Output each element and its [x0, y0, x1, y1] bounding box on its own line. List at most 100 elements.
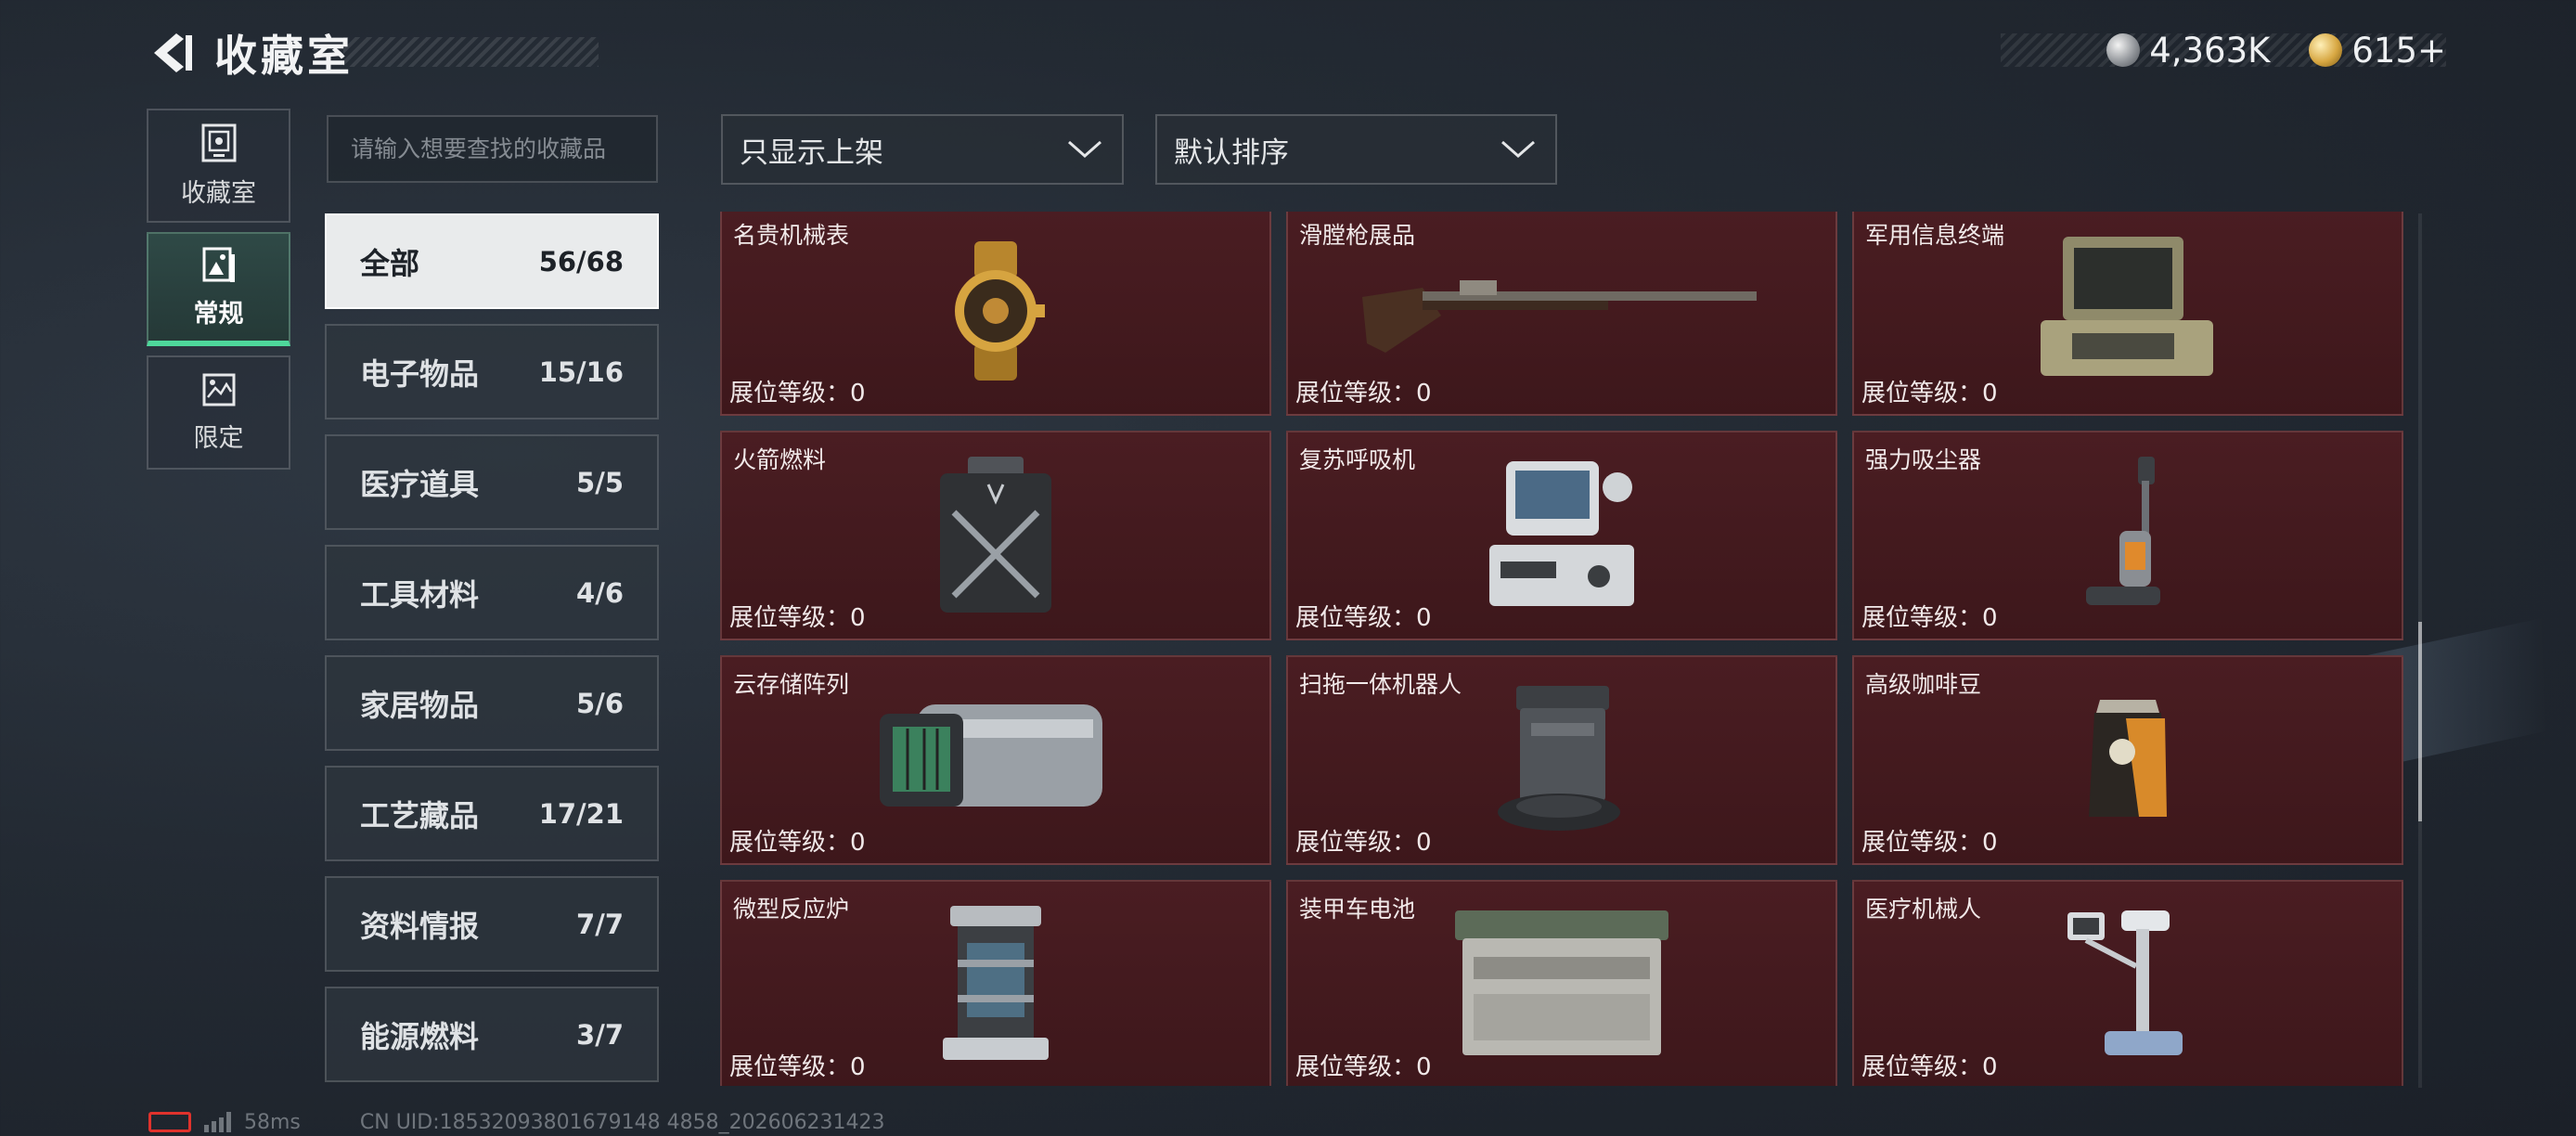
category-list: 全部 56/68 电子物品 15/16 医疗道具 5/5 工具材料 4/6 家居物品 5/… — [325, 213, 659, 1097]
title-hatch-decor — [343, 37, 599, 67]
item-card[interactable]: 云存储阵列 展位等级：0 — [720, 655, 1271, 865]
item-card[interactable]: 复苏呼吸机 展位等级：0 — [1286, 431, 1837, 640]
ventilator-icon — [1489, 461, 1634, 606]
category-tools[interactable]: 工具材料 4/6 — [325, 545, 659, 640]
side-tab-vault[interactable]: 收藏室 — [147, 109, 290, 223]
item-level: 展位等级：0 — [1861, 1053, 1998, 1081]
search-input[interactable] — [327, 115, 658, 183]
side-tab-label: 限定 — [193, 424, 244, 453]
category-intel[interactable]: 资料情报 7/7 — [325, 876, 659, 972]
category-electronics[interactable]: 电子物品 15/16 — [325, 324, 659, 420]
vacuum-icon — [2086, 457, 2160, 605]
item-level: 展位等级：0 — [729, 604, 866, 632]
dropdown-value: 默认排序 — [1174, 136, 1289, 170]
dropdown-value: 只显示上架 — [740, 136, 883, 170]
gold-coin-icon — [2309, 33, 2343, 67]
item-name: 微型反应炉 — [733, 896, 850, 923]
item-level: 展位等级：0 — [1861, 829, 1998, 857]
category-count: 4/6 — [576, 576, 624, 609]
vault-icon — [201, 123, 236, 162]
category-label: 能源燃料 — [360, 1018, 480, 1054]
category-count: 15/16 — [538, 355, 624, 388]
chevron-down-icon — [1501, 140, 1535, 159]
document-icon — [202, 247, 235, 282]
item-level: 展位等级：0 — [1861, 380, 1998, 407]
item-name: 强力吸尘器 — [1865, 446, 1982, 473]
category-count: 3/7 — [576, 1018, 624, 1051]
item-name: 火箭燃料 — [733, 446, 827, 473]
battery-icon — [1455, 910, 1668, 1055]
item-card[interactable]: 名贵机械表 展位等级：0 — [720, 212, 1271, 416]
category-label: 工艺藏品 — [360, 797, 480, 833]
robot-vacuum-icon — [1498, 686, 1620, 831]
side-nav: 收藏室 常规 限定 — [147, 109, 290, 479]
musket-icon — [1362, 280, 1757, 353]
item-level: 展位等级：0 — [729, 1053, 866, 1081]
back-button[interactable] — [144, 25, 200, 81]
side-tab-label: 收藏室 — [181, 179, 256, 208]
reactor-icon — [943, 906, 1049, 1060]
currency-silver[interactable]: 4,363K — [2106, 31, 2270, 71]
item-card[interactable]: 微型反应炉 展位等级：0 — [720, 880, 1271, 1086]
item-card[interactable]: 医疗机械人 展位等级：0 — [1852, 880, 2403, 1086]
category-label: 资料情报 — [360, 908, 480, 944]
storage-array-icon — [880, 704, 1102, 807]
battery-icon — [148, 1112, 191, 1132]
category-count: 17/21 — [538, 797, 624, 830]
header: 收藏室 — [144, 20, 354, 85]
silver-amount: 4,363K — [2149, 30, 2271, 71]
category-medical[interactable]: 医疗道具 5/5 — [325, 434, 659, 530]
category-count: 5/6 — [576, 687, 624, 719]
item-card[interactable]: 强力吸尘器 展位等级：0 — [1852, 431, 2403, 640]
grid-scrollbar[interactable] — [2418, 213, 2422, 1088]
item-card[interactable]: 火箭燃料 展位等级：0 — [720, 431, 1271, 640]
category-label: 医疗道具 — [360, 466, 480, 502]
item-card[interactable]: 装甲车电池 展位等级：0 — [1286, 880, 1837, 1086]
item-card[interactable]: 滑膛枪展品 展位等级：0 — [1286, 212, 1837, 416]
category-label: 家居物品 — [360, 687, 480, 723]
item-name: 复苏呼吸机 — [1299, 446, 1416, 473]
item-level: 展位等级：0 — [1295, 829, 1432, 857]
back-arrow-icon — [154, 33, 192, 72]
category-household[interactable]: 家居物品 5/6 — [325, 655, 659, 751]
item-name: 装甲车电池 — [1299, 896, 1416, 923]
uid-text: CN UID:18532093801679148 4858_2026062314… — [359, 1110, 885, 1134]
page-title: 收藏室 — [214, 31, 354, 81]
gallery-icon — [202, 373, 235, 407]
item-name: 扫拖一体机器人 — [1299, 671, 1462, 698]
item-name: 军用信息终端 — [1865, 222, 2005, 249]
category-label: 工具材料 — [360, 576, 480, 613]
item-level: 展位等级：0 — [729, 829, 866, 857]
item-card[interactable]: 高级咖啡豆 展位等级：0 — [1852, 655, 2403, 865]
category-crafts[interactable]: 工艺藏品 17/21 — [325, 766, 659, 861]
scrollbar-thumb[interactable] — [2418, 622, 2422, 821]
item-level: 展位等级：0 — [729, 380, 866, 407]
coffee-bag-icon — [2089, 700, 2167, 817]
item-name: 名贵机械表 — [733, 222, 850, 249]
category-count: 7/7 — [576, 908, 624, 940]
chevron-down-icon — [1068, 140, 1101, 159]
currency-gold[interactable]: 615+ — [2309, 31, 2446, 71]
terminal-icon — [2041, 237, 2213, 376]
category-label: 电子物品 — [360, 355, 480, 392]
side-tab-regular[interactable]: 常规 — [147, 232, 290, 346]
item-level: 展位等级：0 — [1295, 604, 1432, 632]
display-filter-dropdown[interactable]: 只显示上架 — [721, 114, 1124, 185]
sort-dropdown[interactable]: 默认排序 — [1155, 114, 1557, 185]
medical-robot-icon — [2067, 910, 2183, 1055]
currency-bar: 4,363K 615+ — [2106, 24, 2446, 76]
category-count: 5/5 — [576, 466, 624, 498]
item-level: 展位等级：0 — [1861, 604, 1998, 632]
category-all[interactable]: 全部 56/68 — [325, 213, 659, 309]
side-tab-limited[interactable]: 限定 — [147, 355, 290, 470]
category-count: 56/68 — [538, 245, 624, 278]
item-card[interactable]: 军用信息终端 展位等级：0 — [1852, 212, 2403, 416]
collection-grid: 名贵机械表 展位等级：0 滑膛枪展品 展位等级：0 军用信息终端 展位等级：0 … — [720, 212, 2420, 1086]
category-label: 全部 — [360, 245, 420, 281]
fuel-can-icon — [940, 457, 1051, 613]
item-level: 展位等级：0 — [1295, 1053, 1432, 1081]
item-card[interactable]: 扫拖一体机器人 展位等级：0 — [1286, 655, 1837, 865]
item-name: 医疗机械人 — [1865, 896, 1982, 923]
item-level: 展位等级：0 — [1295, 380, 1432, 407]
category-energy[interactable]: 能源燃料 3/7 — [325, 987, 659, 1082]
